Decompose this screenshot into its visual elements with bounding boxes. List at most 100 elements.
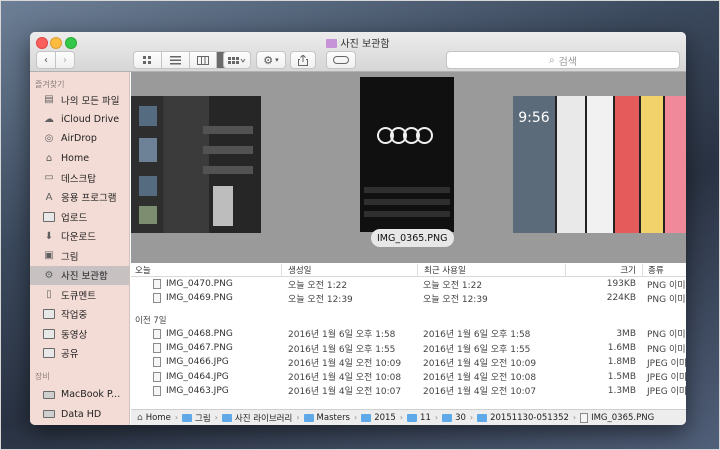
file-name: IMG_0470.PNG [166,279,233,290]
folder-icon [42,308,56,320]
sidebar-item[interactable]: ⬇ 다운로드 [30,227,129,247]
sidebar-item[interactable]: ◎ AirDrop [30,129,129,149]
column-header-created[interactable]: 생성일 [281,263,417,276]
file-kind: JPEG 이미지 [647,373,686,384]
toolbar: 사진 보관함 ‹ › ⚙ ▾ ⌕ 검색 [30,32,686,72]
document-icon: ▯ [46,289,52,301]
file-size: 1.6MB [607,343,636,354]
path-segment[interactable]: IMG_0365.PNG [580,412,654,423]
sidebar-item-label: 나의 모든 파일 [61,95,120,107]
list-icon [169,55,181,64]
folder-icon [42,347,56,359]
folder-icon [42,211,56,223]
disk-icon [42,408,56,420]
home-icon: ⌂ [137,412,143,423]
coverflow-preview[interactable]: 9:56 IMG_0365.PNG [131,72,686,263]
sidebar-device-label: MacBook P... [61,389,121,401]
sidebar-item[interactable]: ⚙ 사진 보관함 [30,265,129,285]
folder-icon [326,39,338,48]
gear-icon: ⚙ [263,53,274,67]
chevron-right-icon: › [469,413,474,422]
sidebar-item-label: 그림 [61,251,79,263]
path-segment[interactable]: ⌂ Home [137,413,171,423]
forward-button[interactable]: › [55,51,75,69]
share-icon [298,54,308,66]
file-row[interactable]: IMG_0467.PNG 2016년 1월 6일 오후 1:55 2016년 1월 … [131,341,686,355]
coverflow-thumbnail-left[interactable] [131,96,261,233]
path-segment-label: 2015 [374,412,396,423]
sidebar-item[interactable]: 동영상 [30,324,129,344]
chevron-right-icon: › [354,413,358,422]
sidebar-item[interactable]: 공유 [30,344,129,364]
coverflow-thumbnail-selected[interactable] [360,77,454,232]
image-file-icon [153,279,161,290]
icon-view-button[interactable] [134,52,162,68]
file-row[interactable]: IMG_0468.PNG 2016년 1월 6일 오후 1:58 2016년 1월 … [131,327,686,341]
search-field[interactable]: ⌕ 검색 [446,51,680,69]
file-last-used: 2016년 1월 4일 오전 10:07 [423,387,537,398]
file-size: 3MB [616,328,636,339]
file-name: IMG_0463.JPG [166,385,229,396]
column-header-kind[interactable]: 종류 [642,263,686,276]
path-segment[interactable]: 11 [407,413,431,423]
coverflow-caption: IMG_0365.PNG [371,229,454,247]
path-segment[interactable]: 그림 [182,412,211,424]
folder-icon [477,413,488,422]
path-segment[interactable]: 20151130-051352 [477,413,569,423]
action-button[interactable]: ⚙ ▾ [256,51,286,69]
file-row[interactable]: IMG_0466.JPG 2016년 1월 4일 오전 10:09 2016년 1월… [131,355,686,369]
path-segment[interactable]: 사진 라이브러리 [221,412,292,424]
file-created: 2016년 1월 6일 오후 1:55 [288,344,396,355]
sidebar-item[interactable]: ▣ 그림 [30,246,129,266]
folder-icon [361,413,372,422]
sidebar-item[interactable]: 작업중 [30,305,129,325]
path-segment[interactable]: 30 [442,413,466,423]
image-file-icon [153,357,161,368]
sidebar-item[interactable]: A 응용 프로그램 [30,188,129,208]
home-icon: ⌂ [45,152,53,164]
back-button[interactable]: ‹ [36,51,56,69]
sidebar-item[interactable]: ▤ 나의 모든 파일 [30,90,129,110]
column-header-last-used[interactable]: 최근 사용일 [417,263,565,276]
file-size: 224KB [606,293,636,304]
tag-button[interactable] [326,51,356,69]
sidebar-item[interactable]: ⌂ Home [30,149,129,169]
sidebar-item[interactable]: 업로드 [30,207,129,227]
file-row[interactable]: IMG_0464.JPG 2016년 1월 4일 오전 10:08 2016년 1월… [131,369,686,383]
list-header: 오늘 생성일 최근 사용일 크기 종류 [131,263,686,277]
tag-icon [333,56,349,64]
sidebar-item-label: iCloud Drive [61,113,120,125]
path-segment[interactable]: Masters [303,413,350,423]
sidebar-device-item[interactable]: MacBook P... [30,385,129,405]
path-segment-label: Home [145,412,171,423]
sidebar-devices-header: 장비 [35,372,50,381]
column-header-size[interactable]: 크기 [565,263,642,276]
file-row[interactable]: IMG_0469.PNG 오늘 오전 12:39 오늘 오전 12:39 224KB P… [131,291,686,305]
file-created: 2016년 1월 4일 오전 10:09 [288,358,402,369]
sidebar-item[interactable]: ☁ iCloud Drive [30,110,129,130]
car-logo-icon [377,127,433,144]
file-name-cell: IMG_0464.JPG [131,371,281,382]
file-kind: PNG 이미지 [647,280,686,291]
arrange-button[interactable] [223,51,251,69]
sidebar-device-label: Data HD [61,408,102,420]
file-row[interactable]: IMG_0470.PNG 오늘 오전 1:22 오늘 오전 1:22 193KB PNG… [131,277,686,291]
path-segment-label: 그림 [195,413,211,424]
file-row[interactable]: IMG_0463.JPG 2016년 1월 4일 오전 10:07 2016년 1월… [131,384,686,398]
file-last-used: 2016년 1월 6일 오후 1:58 [423,330,531,341]
column-view-button[interactable] [190,52,218,68]
list-view-button[interactable] [162,52,190,68]
chevron-down-icon: ▾ [275,56,279,64]
sidebar-item-label: 공유 [61,349,79,361]
folder-icon [221,413,232,422]
file-name: IMG_0464.JPG [166,371,229,382]
sidebar-device-item[interactable]: Data HD [30,405,129,425]
share-button[interactable] [290,51,316,69]
file-kind: JPEG 이미지 [647,387,686,398]
coverflow-thumbnail-right[interactable]: 9:56 [513,96,686,233]
column-header-name[interactable]: 오늘 [131,264,281,276]
sidebar-item[interactable]: ▯ 도큐멘트 [30,285,129,305]
sidebar-item[interactable]: ▭ 데스크탑 [30,168,129,188]
file-kind: JPEG 이미지 [647,358,686,369]
path-segment[interactable]: 2015 [361,413,396,423]
